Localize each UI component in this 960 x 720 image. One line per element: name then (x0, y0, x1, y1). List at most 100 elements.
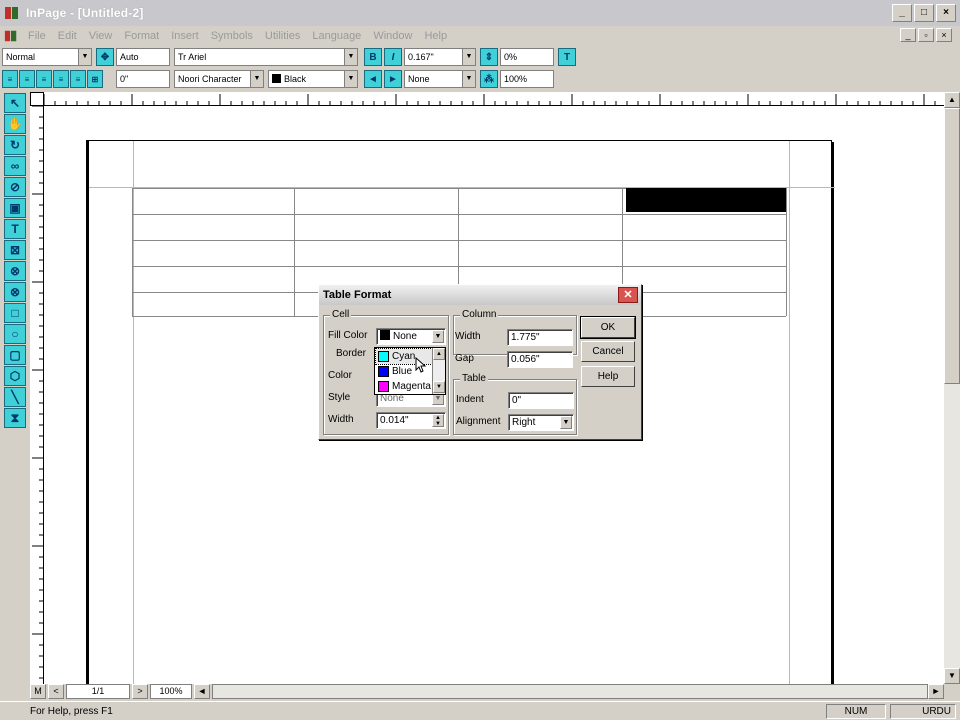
table-tool-icon[interactable]: ⧗ (4, 408, 26, 428)
justify-icon[interactable]: ≡ (53, 70, 69, 88)
color-select[interactable]: Black ▼ (268, 70, 358, 88)
border-width-value: 0.014" (380, 415, 409, 426)
minimize-button[interactable]: _ (892, 4, 912, 22)
tracking-input[interactable]: 0% (500, 48, 554, 66)
align-left-icon[interactable]: ≡ (36, 70, 52, 88)
gap-input[interactable]: 0.056" (507, 351, 573, 368)
menu-utilities[interactable]: Utilities (259, 30, 306, 42)
text-tool-icon[interactable]: T (4, 219, 26, 239)
bold-button[interactable]: B (364, 48, 382, 66)
alignment-select[interactable]: Right ▼ (508, 414, 574, 431)
justify-all-icon[interactable]: ≡ (70, 70, 86, 88)
character-value: Noori Character (178, 74, 242, 84)
doc-restore-button[interactable]: ▫ (918, 28, 934, 42)
page-number-field[interactable]: 1/1 (66, 684, 130, 699)
document-icon[interactable] (4, 29, 18, 43)
style-select[interactable]: Normal ▼ (2, 48, 92, 66)
font-value: Ariel (188, 52, 207, 62)
polygon-picture-tool-icon[interactable]: ⊗ (4, 282, 26, 302)
fill-color-select[interactable]: None ▼ (376, 328, 446, 345)
spinner-icon[interactable]: ▲ ▼ (432, 414, 444, 427)
menu-insert[interactable]: Insert (165, 30, 205, 42)
stroke-value: None (408, 74, 430, 84)
doc-minimize-button[interactable]: _ (900, 28, 916, 42)
border-width-input[interactable]: 0.014" ▲ ▼ (376, 412, 446, 429)
zoom-field[interactable]: 100% (150, 684, 192, 699)
title-bar: InPage - [Untitled-2] _ □ × (0, 0, 960, 26)
menu-file[interactable]: File (22, 30, 52, 42)
horizontal-scrollbar[interactable] (212, 684, 928, 699)
dialog-close-button[interactable]: ✕ (618, 287, 638, 303)
selected-cell[interactable] (626, 188, 786, 212)
pointer-tool-icon[interactable]: ↖ (4, 93, 26, 113)
list-scroll-up-icon[interactable]: ▲ (433, 348, 445, 360)
line-tool-icon[interactable]: ╲ (4, 387, 26, 407)
leading-icon[interactable]: ✥ (96, 48, 114, 66)
menu-view[interactable]: View (83, 30, 119, 42)
scroll-right-icon[interactable]: ► (928, 684, 944, 699)
border-color-dropdown-list[interactable]: Cyan Blue Magenta ▲ ▼ (374, 347, 446, 395)
help-button[interactable]: Help (581, 366, 635, 387)
text-icon[interactable]: T (558, 48, 576, 66)
maximize-button[interactable]: □ (914, 4, 934, 22)
indent-icon[interactable]: ⊞ (87, 70, 103, 88)
chevron-down-icon: ▼ (462, 49, 475, 65)
mouse-cursor-icon (415, 357, 427, 373)
stroke-select[interactable]: None ▼ (404, 70, 476, 88)
italic-button[interactable]: I (384, 48, 402, 66)
vertical-scrollbar[interactable]: ▲ ▼ (944, 92, 960, 684)
scale-input[interactable]: 100% (500, 70, 554, 88)
table-grid-line (132, 214, 786, 215)
font-size-select[interactable]: 0.167" ▼ (404, 48, 476, 66)
scroll-thumb[interactable] (944, 108, 960, 384)
page-navigation-bar: M < 1/1 > 100% ◄ ► (0, 684, 960, 700)
list-scrollbar[interactable]: ▲ ▼ (432, 348, 445, 394)
column-width-input[interactable]: 1.775" (507, 329, 573, 346)
font-select[interactable]: Tr Ariel ▼ (174, 48, 358, 66)
indent-input[interactable]: 0" (116, 70, 170, 88)
hand-tool-icon[interactable]: ✋ (4, 114, 26, 134)
fill-color-swatch (380, 330, 390, 340)
tracking-icon[interactable]: ⇕ (480, 48, 498, 66)
picture-box-tool-icon[interactable]: ⊠ (4, 240, 26, 260)
text-box-tool-icon[interactable]: ▣ (4, 198, 26, 218)
oval-picture-tool-icon[interactable]: ⊗ (4, 261, 26, 281)
align-center-icon[interactable]: ≡ (19, 70, 35, 88)
next-page-button[interactable]: > (132, 684, 148, 699)
rotate-tool-icon[interactable]: ↻ (4, 135, 26, 155)
indent-input-field[interactable]: 0" (508, 392, 574, 409)
cancel-button[interactable]: Cancel (581, 341, 635, 362)
ruler-origin[interactable] (30, 92, 44, 106)
leading-input[interactable]: Auto (116, 48, 170, 66)
rectangle-tool-icon[interactable]: □ (4, 303, 26, 323)
style-value: Normal (6, 52, 36, 62)
ok-button[interactable]: OK (580, 316, 636, 339)
menu-window[interactable]: Window (367, 30, 418, 42)
doc-close-button[interactable]: × (936, 28, 952, 42)
menu-language[interactable]: Language (306, 30, 367, 42)
scroll-left-icon[interactable]: ◄ (194, 684, 210, 699)
color-option-magenta[interactable]: Magenta (376, 379, 432, 394)
language-indicator: URDU (890, 704, 956, 719)
link-tool-icon[interactable]: ∞ (4, 156, 26, 176)
scale-icon[interactable]: ⁂ (480, 70, 498, 88)
ellipse-tool-icon[interactable]: ○ (4, 324, 26, 344)
polygon-tool-icon[interactable]: ⬡ (4, 366, 26, 386)
rounded-rect-tool-icon[interactable]: ▢ (4, 345, 26, 365)
master-page-button[interactable]: M (30, 684, 46, 699)
character-select[interactable]: Noori Character ▼ (174, 70, 264, 88)
scroll-up-icon[interactable]: ▲ (944, 92, 960, 108)
stroke-inc-icon[interactable]: ► (384, 70, 402, 88)
close-button[interactable]: × (936, 4, 956, 22)
list-scroll-down-icon[interactable]: ▼ (433, 381, 445, 393)
left-margin-guide (133, 141, 134, 684)
align-right-icon[interactable]: ≡ (2, 70, 18, 88)
menu-symbols[interactable]: Symbols (205, 30, 259, 42)
menu-help[interactable]: Help (418, 30, 453, 42)
scroll-down-icon[interactable]: ▼ (944, 668, 960, 684)
unlink-tool-icon[interactable]: ⊘ (4, 177, 26, 197)
stroke-dec-icon[interactable]: ◄ (364, 70, 382, 88)
menu-edit[interactable]: Edit (52, 30, 83, 42)
prev-page-button[interactable]: < (48, 684, 64, 699)
menu-format[interactable]: Format (118, 30, 165, 42)
